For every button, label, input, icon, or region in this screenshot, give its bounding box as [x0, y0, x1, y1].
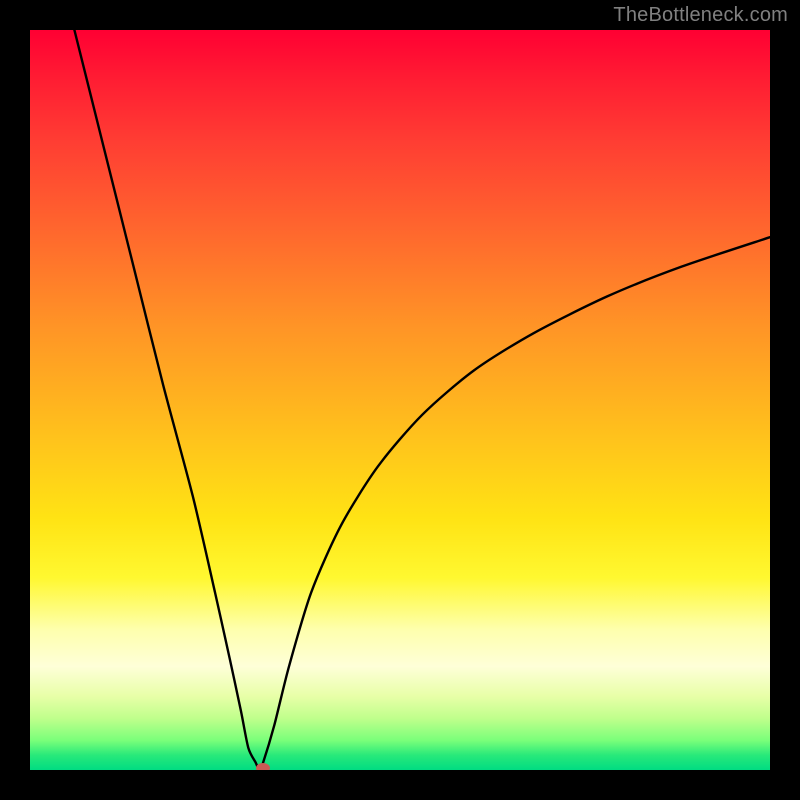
- chart-container: TheBottleneck.com: [0, 0, 800, 800]
- plot-area: [30, 30, 770, 770]
- bottleneck-curve: [30, 30, 770, 770]
- watermark-text: TheBottleneck.com: [613, 4, 788, 27]
- min-point-marker: [256, 763, 270, 770]
